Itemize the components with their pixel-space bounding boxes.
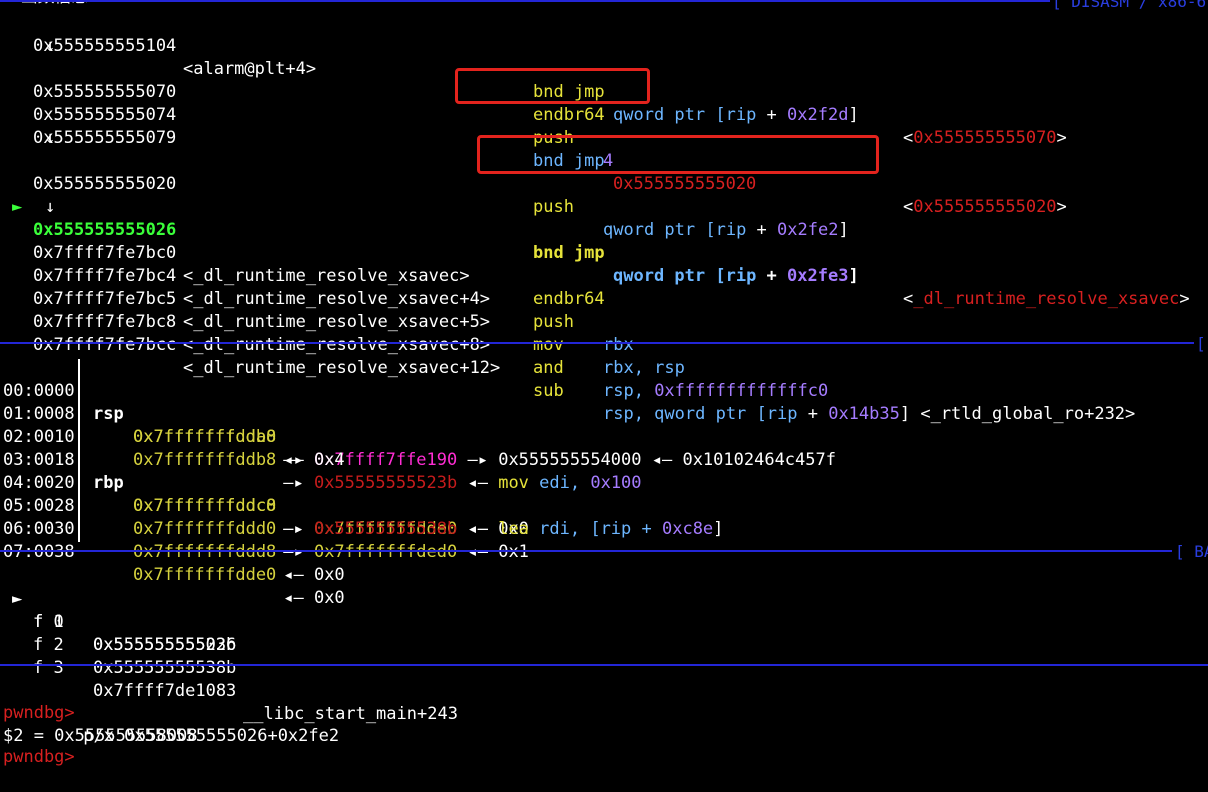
backtrace-separator <box>0 550 1172 552</box>
stack-row[interactable]: 04:0020 0x7fffffffddc8 —▸ 0x55555555538b… <box>0 449 723 539</box>
stack-addr: 0x7fffffffdde0 <box>133 565 277 585</box>
disasm-symbol: <_dl_runtime_resolve_xsavec+4> <box>183 289 491 309</box>
disasm-line[interactable]: 0x555555555074 push 4 <box>0 81 613 171</box>
disasm-line[interactable]: 0x7ffff7fe7bcc <_dl_runtime_resolve_xsav… <box>0 311 1135 424</box>
stack-addr: 0x7fffffffddb8 <box>133 450 277 470</box>
stack-chain: —▸ 0x7ffff7ffe190 —▸ 0x555555554000 ◂— 0… <box>273 450 836 470</box>
stack-addr: 0x7fffffffddc8 <box>133 496 277 516</box>
frame-number: f 3 <box>33 658 64 678</box>
disasm-separator <box>0 0 1050 2</box>
disasm-current-line[interactable]: ► 0x555555555026 bnd jmp qword ptr [rip … <box>0 173 1190 309</box>
disasm-header: [ DISASM / x86-6 <box>1052 0 1207 11</box>
stack-row[interactable]: 01:0008 0x7fffffffddb0 ◂— 0x4 <box>0 380 345 470</box>
highlight-box-push-4 <box>455 68 650 104</box>
disasm-mnemonic: endbr64 <box>533 289 605 309</box>
disasm-mnemonic: push <box>533 197 574 217</box>
disasm-addr: 0x7ffff7fe7bc4 <box>33 266 177 286</box>
disasm-mnemonic: mov <box>533 335 564 355</box>
disasm-target: <_dl_runtime_resolve_xsavec> <box>903 289 1190 309</box>
stack-register: rsp <box>93 404 124 424</box>
disasm-operands: rbx, rsp <box>603 358 685 378</box>
stack-chain: ◂— 0x0 <box>273 565 345 585</box>
stack-chain: ◂— 0x0 <box>273 588 345 608</box>
stack-row[interactable]: 06:0030 0x7fffffffddd8 ◂— 0x0 <box>0 495 345 585</box>
disasm-operands: rbx <box>603 335 634 355</box>
console-separator <box>0 664 1208 666</box>
current-instruction-marker-icon: ► <box>12 197 23 217</box>
disasm-addr: 0x555555555074 <box>33 105 177 125</box>
disasm-addr: 0x555555555026 <box>33 220 177 240</box>
stack-header: [ <box>1196 334 1206 353</box>
stack-row[interactable]: 00:0000 rsp 0x7fffffffdda8 —▸ 0x7ffff7ff… <box>0 357 836 470</box>
stack-row[interactable]: 02:0010 0x7fffffffddb8 —▸ 0x55555555523b… <box>0 403 642 493</box>
backtrace-header: [ BA <box>1175 542 1208 561</box>
disasm-operands: qword ptr [rip + 0x2f2d] <box>613 105 859 125</box>
disasm-symbol: <_dl_runtime_resolve_xsavec+5> <box>183 312 491 332</box>
stack-index: 07:0038 <box>3 542 75 562</box>
stack-row[interactable]: 05:0028 0x7fffffffddd0 —▸ 0x7fffffffded0… <box>0 472 529 562</box>
flow-arrow-icon: ↓ <box>45 128 56 148</box>
disasm-operands: rsp, 0xfffffffffffffc0 <box>603 381 829 401</box>
stack-chain: ◂— 0x4 <box>273 450 345 470</box>
disasm-line[interactable]: 0x7ffff7fe7bc4 <_dl_runtime_resolve_xsav… <box>0 242 634 355</box>
disasm-line[interactable]: 0x555555555104 <alarm@plt+4> bnd jmp qwo… <box>0 12 1067 148</box>
terminal-window[interactable]: 函数信息 [ DISASM / x86-6 0x555555555104 <al… <box>0 0 1208 767</box>
disasm-mnemonic: and <box>533 358 564 378</box>
disasm-addr: 0x7ffff7fe7bc8 <box>33 312 177 332</box>
stack-addr: 0x7fffffffddd8 <box>133 542 277 562</box>
backtrace-frame[interactable]: f 3 0x7ffff7de1083 __libc_start_main+243 <box>0 634 458 724</box>
backtrace-frame[interactable]: ► f 0 0x555555555026 <box>0 565 236 655</box>
stack-chain: —▸ 0x7fffffffded0 ◂— 0x1 <box>273 542 529 562</box>
disasm-addr: 0x7ffff7fe7bc0 <box>33 243 177 263</box>
frame-symbol: __libc_start_main+243 <box>243 704 458 724</box>
backtrace-frame[interactable]: f 2 0x55555555538b <box>0 611 236 678</box>
stack-row[interactable]: 07:0038 0x7fffffffdde0 ◂— 0x0 <box>0 518 345 608</box>
console-next-prompt-line[interactable]: pwndbg> <box>0 723 75 767</box>
backtrace-frame[interactable]: f 1 0x55555555523b <box>0 588 236 655</box>
stack-index-divider <box>78 359 80 542</box>
disasm-addr: 0x7ffff7fe7bcc <box>33 335 177 355</box>
disasm-line[interactable]: 0x7ffff7fe7bc8 <_dl_runtime_resolve_xsav… <box>0 288 828 401</box>
disasm-operands: qword ptr [rip + 0x2fe3] <box>613 266 859 286</box>
disasm-target: <0x555555555020> <box>903 197 1067 217</box>
stack-chain: —▸ 0x55555555523b ◂— mov edi, 0x100 <box>273 473 642 493</box>
frame-addr: 0x55555555523b <box>93 635 237 655</box>
disasm-target: <0x555555555070> <box>903 128 1067 148</box>
disasm-symbol: <_dl_runtime_resolve_xsavec> <box>183 266 470 286</box>
disasm-mnemonic: endbr64 <box>533 105 605 125</box>
highlight-box-push-qword <box>477 135 879 174</box>
stack-addr: 0x7fffffffddb0 <box>133 427 277 447</box>
disasm-line[interactable]: 0x555555555020 push qword ptr [rip + 0x2… <box>0 150 849 240</box>
disasm-addr: 0x555555555020 <box>33 174 177 194</box>
disasm-operands: rsp, qword ptr [rip + 0x14b35] <_rtld_gl… <box>603 404 1136 424</box>
stack-row[interactable]: 03:0018 rbp 0x7fffffffddc0 —▸ 0x7fffffff… <box>0 426 529 539</box>
disasm-mnemonic: bnd jmp <box>533 243 605 263</box>
disasm-line[interactable]: 0x555555555070 endbr64 <box>0 58 605 125</box>
stack-register: rbp <box>93 473 124 493</box>
pwndbg-prompt: pwndbg> <box>3 747 75 767</box>
disasm-line[interactable]: 0x555555555079 bnd jmp 0x555555555020 <0… <box>0 104 1067 217</box>
disasm-symbol: <_dl_runtime_resolve_xsavec+8> <box>183 335 491 355</box>
disasm-operands: 0x555555555020 <box>613 174 757 194</box>
disasm-addr: 0x7ffff7fe7bc5 <box>33 289 177 309</box>
stack-separator <box>0 342 1194 344</box>
flow-arrow-icon: ↓ <box>45 36 56 56</box>
disasm-line[interactable]: 0x7ffff7fe7bc0 <_dl_runtime_resolve_xsav… <box>0 219 605 309</box>
flow-arrow-icon: ↓ <box>45 197 56 217</box>
disasm-mnemonic: push <box>533 312 574 332</box>
console-output: $2 = 0x555555558008 <box>0 702 197 746</box>
stack-addr: 0x7fffffffddd0 <box>133 519 277 539</box>
disasm-mnemonic: sub <box>533 381 564 401</box>
frame-addr: 0x55555555538b <box>93 658 237 678</box>
disasm-line[interactable]: 0x7ffff7fe7bc5 <_dl_runtime_resolve_xsav… <box>0 265 685 378</box>
disasm-symbol: <_dl_runtime_resolve_xsavec+12> <box>183 358 501 378</box>
console-command-line[interactable]: pwndbg> p/x 0x555555555026+0x2fe2 <box>0 679 339 746</box>
stack-chain: —▸ 0x55555555538b ◂— lea rdi, [rip + 0xc… <box>273 519 724 539</box>
disasm-symbol: <alarm@plt+4> <box>183 59 317 79</box>
frame-addr: 0x7ffff7de1083 <box>93 681 237 701</box>
disasm-operands: qword ptr [rip + 0x2fe2] <box>603 220 849 240</box>
disasm-addr: 0x555555555070 <box>33 82 177 102</box>
